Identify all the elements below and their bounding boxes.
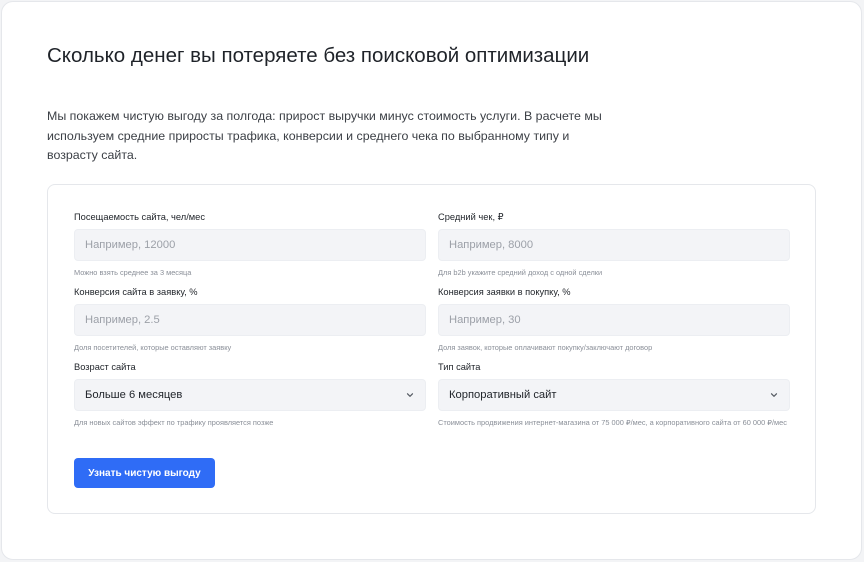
chevron-down-icon xyxy=(406,393,414,397)
conversion-site-input[interactable] xyxy=(74,304,426,336)
site-age-select[interactable]: Больше 6 месяцев xyxy=(74,379,426,411)
avg-check-input[interactable] xyxy=(438,229,790,261)
conversion-purchase-input[interactable] xyxy=(438,304,790,336)
avg-check-label: Средний чек, ₽ xyxy=(438,212,504,222)
conversion-purchase-label: Конверсия заявки в покупку, % xyxy=(438,287,571,297)
site-type-hint: Стоимость продвижения интернет-магазина … xyxy=(438,418,787,427)
site-type-select[interactable]: Корпоративный сайт xyxy=(438,379,790,411)
site-age-field: Возраст сайта Больше 6 месяцев Для новых… xyxy=(74,361,426,429)
calculate-button[interactable]: Узнать чистую выгоду xyxy=(74,458,215,488)
site-age-hint: Для новых сайтов эффект по трафику прояв… xyxy=(74,418,274,427)
site-age-label: Возраст сайта xyxy=(74,362,136,372)
page-title: Сколько денег вы потеряете без поисковой… xyxy=(47,44,590,67)
avg-check-hint: Для b2b укажите средний доход с одной сд… xyxy=(438,268,603,277)
conversion-purchase-field: Конверсия заявки в покупку, % Доля заяво… xyxy=(438,286,790,354)
traffic-input[interactable] xyxy=(74,229,426,261)
site-type-field: Тип сайта Корпоративный сайт Стоимость п… xyxy=(438,361,790,429)
conversion-site-hint: Доля посетителей, которые оставляют заяв… xyxy=(74,343,232,352)
site-age-selected: Больше 6 месяцев xyxy=(85,389,183,401)
traffic-hint: Можно взять среднее за 3 месяца xyxy=(74,268,192,277)
conversion-site-label: Конверсия сайта в заявку, % xyxy=(74,287,198,297)
chevron-down-icon xyxy=(770,393,778,397)
conversion-purchase-hint: Доля заявок, которые оплачивают покупку/… xyxy=(438,343,653,352)
site-type-selected: Корпоративный сайт xyxy=(449,389,557,401)
avg-check-field: Средний чек, ₽ Для b2b укажите средний д… xyxy=(438,211,790,279)
site-type-label: Тип сайта xyxy=(438,362,481,372)
traffic-label: Посещаемость сайта, чел/мес xyxy=(74,212,205,222)
traffic-field: Посещаемость сайта, чел/мес Можно взять … xyxy=(74,211,426,279)
page-lead: Мы покажем чистую выгоду за полгода: при… xyxy=(47,109,602,162)
conversion-site-field: Конверсия сайта в заявку, % Доля посетит… xyxy=(74,286,426,354)
